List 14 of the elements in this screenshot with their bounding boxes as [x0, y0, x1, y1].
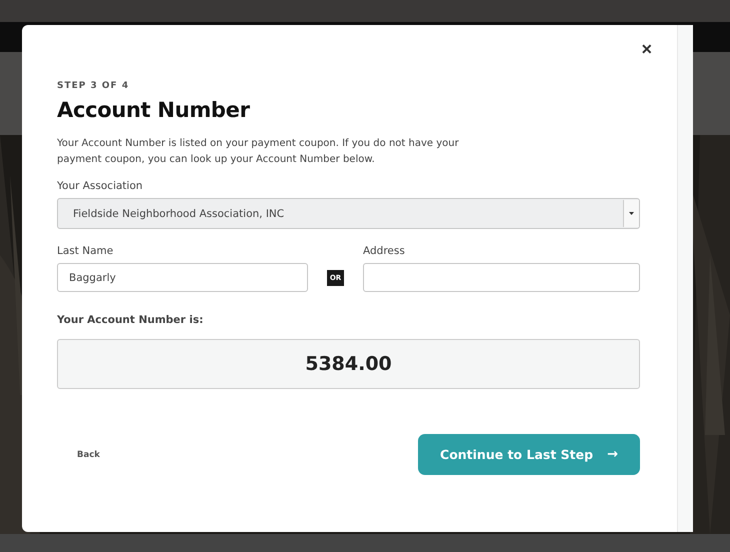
back-link[interactable]: Back: [77, 450, 100, 460]
close-button[interactable]: ×: [637, 37, 656, 61]
account-number-display: 5384.00: [57, 339, 640, 389]
field-label: Your Association: [57, 180, 144, 192]
step-label: STEP 3 OF 4: [57, 81, 130, 91]
modal-title: Account Number: [57, 98, 251, 122]
field-label: Address: [363, 245, 406, 257]
last-name-field[interactable]: Baggarly: [57, 263, 308, 292]
result-label: Your Account Number is:: [57, 314, 204, 326]
caret-icon: [629, 212, 634, 215]
association-select[interactable]: Fieldside Neighborhood Association, INC: [57, 198, 640, 229]
field-label: Last Name: [57, 245, 114, 257]
intro-text: Your Account Number is listed on your payment coupon. If you do not have your payment coupon, you can look up your Account Number below.: [57, 137, 460, 167]
address-field[interactable]: [363, 263, 640, 292]
